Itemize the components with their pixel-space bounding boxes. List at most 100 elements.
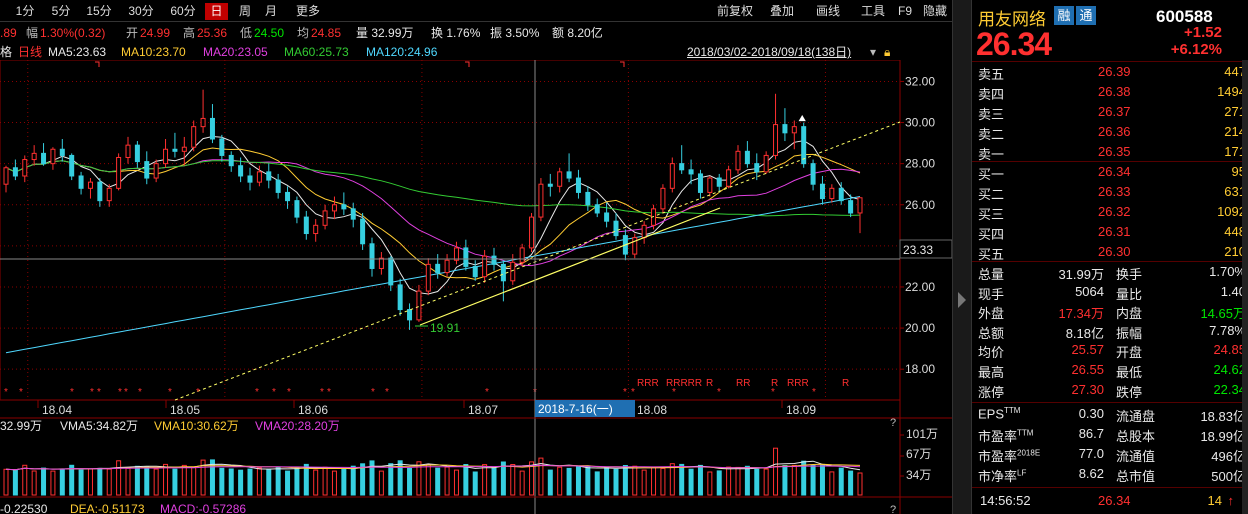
period-day-button[interactable]: 日 <box>205 3 228 20</box>
date-axis: 18.04 18.05 18.06 18.07 18.08 18.09 <box>37 400 816 417</box>
candle-body <box>735 150 741 171</box>
volume-bar <box>829 471 835 496</box>
volume-bar <box>407 467 413 496</box>
ask-price[interactable]: 26.37 <box>1098 104 1131 119</box>
volume-bar <box>275 466 281 496</box>
stat-value: 1.70% <box>1209 264 1246 279</box>
volume-bar <box>482 464 488 496</box>
period-30min-button[interactable]: 30分 <box>124 3 158 20</box>
candle-body <box>707 177 713 193</box>
ask-price[interactable]: 26.36 <box>1098 124 1131 139</box>
amplitude-value: 振 3.50% <box>490 26 540 40</box>
change-label: 幅 <box>26 26 39 40</box>
vol-help-icon[interactable]: ? <box>890 417 896 429</box>
range-dropdown-icon[interactable]: ▾ <box>870 43 876 61</box>
bid-label: 买一 <box>978 167 1005 182</box>
event-star: * <box>320 387 324 398</box>
bid-price[interactable]: 26.32 <box>1098 204 1131 219</box>
period-5min-button[interactable]: 5分 <box>46 3 76 20</box>
event-r-mark: RR <box>736 378 750 389</box>
candlestick-chart[interactable]: ⯅ *************************RRRRRRRRRRRRR… <box>0 60 952 514</box>
period-more-button[interactable]: 更多 <box>292 3 324 20</box>
bid-price[interactable]: 26.33 <box>1098 184 1131 199</box>
period-1min-button[interactable]: 1分 <box>10 3 40 20</box>
fund-label: 市净率LF <box>978 466 1026 485</box>
bid-price[interactable]: 26.34 <box>1098 164 1131 179</box>
fund-label-sup: TTM <box>1017 428 1034 438</box>
event-star: * <box>717 387 721 398</box>
tools-button[interactable]: 工具 <box>858 3 888 20</box>
candle-body <box>256 171 262 183</box>
overlay-button[interactable]: 叠加 <box>766 3 798 20</box>
period-toolbar: 1分 5分 15分 30分 60分 日 周 月 更多 前复权 叠加 画线 工具 … <box>0 0 952 22</box>
period-60min-button[interactable]: 60分 <box>166 3 200 20</box>
divider <box>972 402 1248 403</box>
fund-label: EPSTTM <box>978 406 1020 421</box>
ask-label: 卖二 <box>978 127 1005 142</box>
price-change-pct: +6.12% <box>1170 41 1222 58</box>
volume-bar <box>125 467 131 496</box>
candle-body <box>679 163 685 171</box>
f9-button[interactable]: F9 <box>896 3 914 20</box>
candle-body <box>791 126 797 134</box>
period-week-button[interactable]: 周 <box>236 3 254 20</box>
candle-body <box>322 210 328 226</box>
candle-body <box>529 216 535 249</box>
stat-value: 26.55 <box>1071 362 1104 377</box>
volume-bar <box>557 466 563 496</box>
volume-bar <box>219 467 225 496</box>
collapse-arrow-icon[interactable] <box>958 292 966 308</box>
connect-tag[interactable]: 通 <box>1076 6 1096 25</box>
event-star: * <box>623 387 627 398</box>
event-star: * <box>287 387 291 398</box>
open-value: 24.99 <box>140 26 171 40</box>
date-tick-label: 18.06 <box>298 403 328 417</box>
volume-bar <box>763 468 769 496</box>
lock-icon[interactable]: 🔒︎ <box>884 43 890 61</box>
period-15min-button[interactable]: 15分 <box>82 3 116 20</box>
macd-help-icon[interactable]: ? <box>890 504 896 514</box>
panel-splitter[interactable] <box>952 0 972 514</box>
candle-body <box>12 167 18 177</box>
bid-label: 买三 <box>978 207 1005 222</box>
scrollbar[interactable] <box>1242 60 1248 514</box>
candle-body <box>519 247 525 263</box>
volume-bar <box>378 470 384 496</box>
ask-price[interactable]: 26.39 <box>1098 64 1131 79</box>
candle-body <box>547 183 553 187</box>
event-star: * <box>196 387 200 398</box>
vol-tick-1: 67万 <box>906 447 931 461</box>
quote-panel: 用友网络 融 通 600588 26.34 +1.52 +6.12% 卖五 26.… <box>972 0 1248 514</box>
fund-value: 8.62 <box>1078 466 1104 481</box>
bid-price[interactable]: 26.30 <box>1098 244 1131 259</box>
volume-bar <box>69 464 75 496</box>
vma20-legend: VMA20:28.20万 <box>255 419 340 433</box>
volume-bar <box>181 464 187 496</box>
volume-bar <box>491 466 497 496</box>
adjust-qfq-button[interactable]: 前复权 <box>715 3 755 20</box>
last-price: 26.34 <box>976 26 1052 62</box>
vol-tick-0: 101万 <box>906 427 938 441</box>
ask-price[interactable]: 26.38 <box>1098 84 1131 99</box>
ma10-legend: MA10:23.70 <box>121 45 186 59</box>
date-tick-label: 18.05 <box>170 403 200 417</box>
stat-label: 最低 <box>1116 365 1143 380</box>
event-star: * <box>118 387 122 398</box>
candle-body <box>669 163 675 189</box>
hide-button[interactable]: 隐藏 <box>920 3 950 20</box>
draw-line-button[interactable]: 画线 <box>813 3 843 20</box>
date-range[interactable]: 2018/03/02-2018/09/18(138日) <box>687 43 851 61</box>
margin-tag[interactable]: 融 <box>1054 6 1074 25</box>
bracket-mark <box>465 61 470 67</box>
stat-label: 外盘 <box>978 306 1005 322</box>
volume-bar <box>697 464 703 496</box>
ask-price[interactable]: 26.35 <box>1098 144 1131 159</box>
candle-body <box>266 171 272 181</box>
trend-line: ⯅ <box>95 61 901 401</box>
period-month-button[interactable]: 月 <box>262 3 280 20</box>
volume-bar <box>87 468 93 496</box>
candle-body <box>97 181 103 202</box>
bid-price[interactable]: 26.31 <box>1098 224 1131 239</box>
price-change: +1.52 <box>1184 24 1222 41</box>
volume-bar <box>388 463 394 496</box>
